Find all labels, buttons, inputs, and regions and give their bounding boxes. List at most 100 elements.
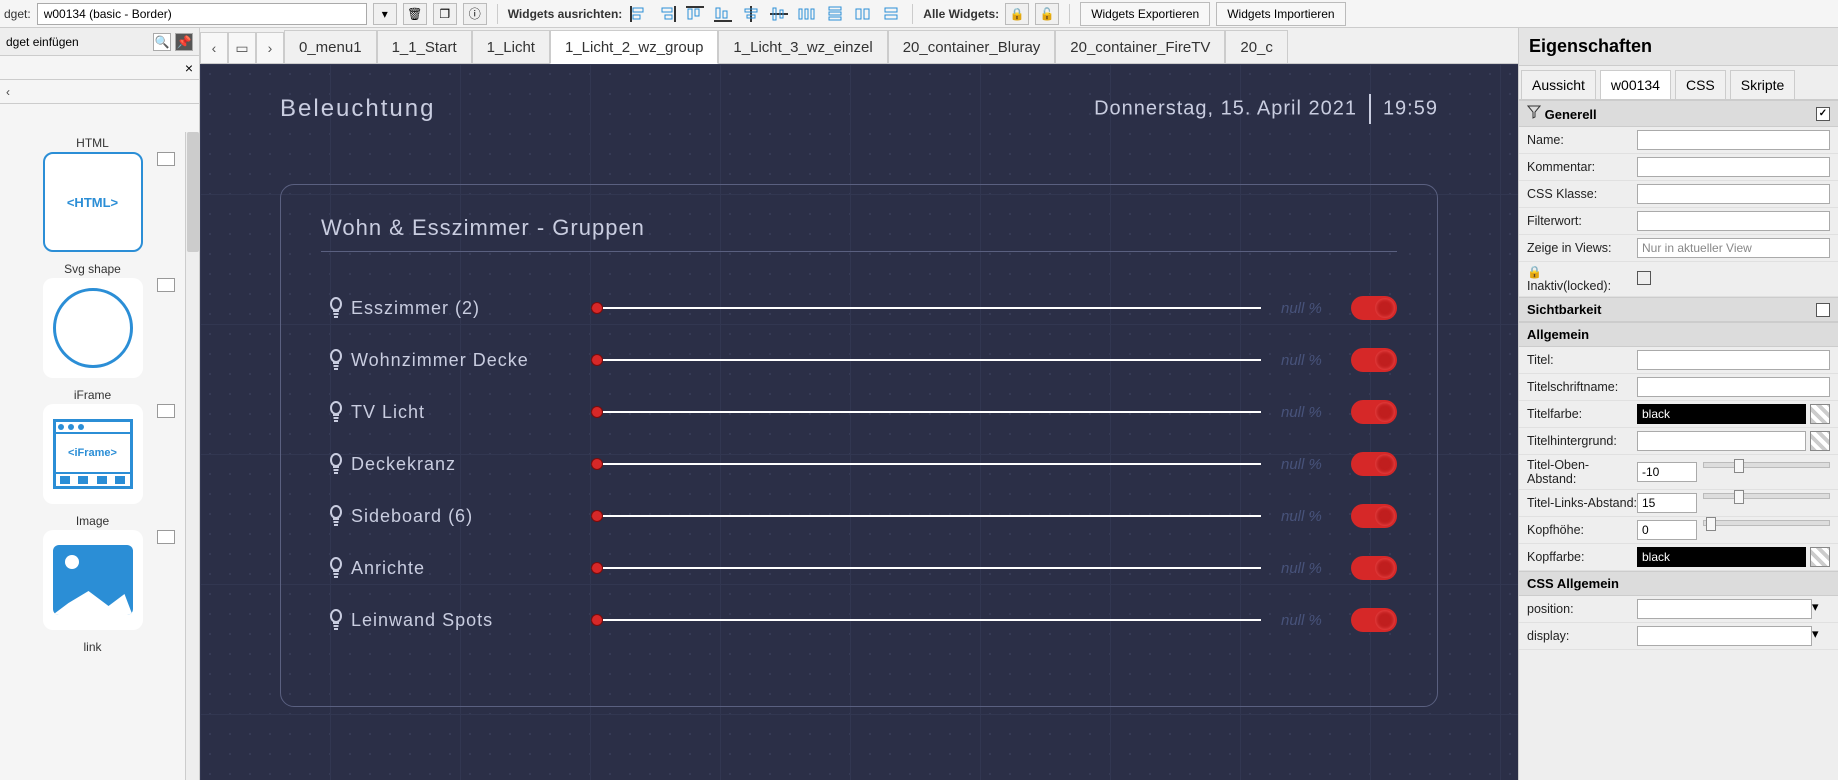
ptab-widget[interactable]: w00134 [1600, 70, 1671, 99]
bulb-icon [321, 609, 351, 631]
close-icon[interactable]: × [185, 60, 193, 76]
align-left-icon[interactable] [628, 4, 650, 24]
dist-h-icon[interactable] [796, 4, 818, 24]
page-header: Beleuchtung Donnerstag, 15. April 202119… [280, 94, 1438, 124]
bulb-icon [321, 401, 351, 423]
checkbox-icon[interactable] [1816, 303, 1830, 317]
titel-links-input[interactable] [1637, 493, 1697, 513]
light-row: Anrichtenull % [321, 542, 1397, 594]
slider[interactable] [1703, 462, 1830, 468]
dist-v-icon[interactable] [824, 4, 846, 24]
power-toggle[interactable] [1351, 608, 1397, 632]
brightness-slider[interactable] [591, 411, 1261, 413]
import-button[interactable]: Widgets Importieren [1216, 2, 1345, 26]
tab-prev-icon[interactable]: ‹ [200, 32, 228, 64]
titelhg-input[interactable] [1637, 431, 1806, 451]
tab-6[interactable]: 20_container_FireTV [1055, 30, 1225, 64]
tab-2[interactable]: 1_Licht [472, 30, 550, 64]
name-input[interactable] [1637, 130, 1830, 150]
tab-5[interactable]: 20_container_Bluray [888, 30, 1056, 64]
color-swatch-icon[interactable] [1810, 547, 1830, 567]
power-toggle[interactable] [1351, 296, 1397, 320]
tab-7[interactable]: 20_c [1225, 30, 1288, 64]
kommentar-input[interactable] [1637, 157, 1830, 177]
tab-4[interactable]: 1_Licht_3_wz_einzel [718, 30, 887, 64]
tab-list-icon[interactable]: ▭ [228, 32, 256, 64]
align-vcenter-icon[interactable] [768, 4, 790, 24]
checkbox-icon[interactable]: ✓ [1816, 107, 1830, 121]
unlock-icon[interactable]: 🔓 [1035, 3, 1059, 25]
filter-row[interactable]: ‹ [0, 80, 199, 104]
titel-input[interactable] [1637, 350, 1830, 370]
titelfarbe-input[interactable]: black [1637, 404, 1806, 424]
dropdown-icon[interactable]: ▾ [373, 3, 397, 25]
align-hcenter-icon[interactable] [740, 4, 762, 24]
tab-0[interactable]: 0_menu1 [284, 30, 377, 64]
section-allgemein[interactable]: Allgemein [1519, 322, 1838, 347]
brightness-slider[interactable] [591, 567, 1261, 569]
tab-1[interactable]: 1_1_Start [377, 30, 472, 64]
section-generell[interactable]: Generell ✓ [1519, 100, 1838, 127]
light-name: Anrichte [351, 558, 571, 579]
brightness-slider[interactable] [591, 619, 1261, 621]
slider-value: null % [1281, 612, 1351, 629]
power-toggle[interactable] [1351, 556, 1397, 580]
info-icon[interactable]: ⓘ [463, 3, 487, 25]
copy-icon[interactable]: ❐ [433, 3, 457, 25]
widget-card-html[interactable]: HTML <HTML> [4, 136, 181, 252]
inaktiv-checkbox[interactable] [1637, 271, 1651, 285]
lock-icon[interactable]: 🔒 [1005, 3, 1029, 25]
tab-next-icon[interactable]: › [256, 32, 284, 64]
ptab-skripte[interactable]: Skripte [1730, 70, 1796, 99]
filterwort-input[interactable] [1637, 211, 1830, 231]
ptab-aussicht[interactable]: Aussicht [1521, 70, 1596, 99]
widget-card-image[interactable]: Image [4, 514, 181, 630]
widget-card-iframe[interactable]: iFrame <iFrame> [4, 388, 181, 504]
position-input[interactable] [1637, 599, 1812, 619]
section-sichtbarkeit[interactable]: Sichtbarkeit [1519, 297, 1838, 322]
titelschrift-input[interactable] [1637, 377, 1830, 397]
brightness-slider[interactable] [591, 307, 1261, 309]
brightness-slider[interactable] [591, 359, 1261, 361]
brightness-slider[interactable] [591, 515, 1261, 517]
color-swatch-icon[interactable] [1810, 431, 1830, 451]
tab-3[interactable]: 1_Licht_2_wz_group [550, 30, 718, 64]
align-top-icon[interactable] [684, 4, 706, 24]
canvas[interactable]: Beleuchtung Donnerstag, 15. April 202119… [200, 64, 1518, 780]
export-button[interactable]: Widgets Exportieren [1080, 2, 1210, 26]
equal-height-icon[interactable] [880, 4, 902, 24]
views-input[interactable] [1637, 238, 1830, 258]
bulb-icon [321, 297, 351, 319]
power-toggle[interactable] [1351, 400, 1397, 424]
kopfhoehe-input[interactable] [1637, 520, 1697, 540]
section-css-allgemein[interactable]: CSS Allgemein [1519, 571, 1838, 596]
widget-card-svg[interactable]: Svg shape [4, 262, 181, 378]
power-toggle[interactable] [1351, 452, 1397, 476]
color-swatch-icon[interactable] [1810, 404, 1830, 424]
cssklasse-input[interactable] [1637, 184, 1830, 204]
display-input[interactable] [1637, 626, 1812, 646]
delete-icon[interactable]: 🗑 [403, 3, 427, 25]
search-icon[interactable]: 🔍 [153, 33, 171, 51]
titel-oben-input[interactable] [1637, 462, 1697, 482]
slider[interactable] [1703, 520, 1830, 526]
power-toggle[interactable] [1351, 348, 1397, 372]
ptab-css[interactable]: CSS [1675, 70, 1726, 99]
kopffarbe-input[interactable]: black [1637, 547, 1806, 567]
pin-icon[interactable]: 📌 [175, 33, 193, 51]
align-right-icon[interactable] [656, 4, 678, 24]
dropdown-icon[interactable]: ▾ [1812, 626, 1830, 646]
scrollbar[interactable] [185, 132, 199, 780]
bulb-icon [321, 453, 351, 475]
brightness-slider[interactable] [591, 463, 1261, 465]
widget-card-link[interactable]: link [4, 640, 181, 654]
dropdown-icon[interactable]: ▾ [1812, 599, 1830, 619]
widget-id-input[interactable] [37, 3, 367, 25]
group-title: Wohn & Esszimmer - Gruppen [321, 215, 1397, 241]
power-toggle[interactable] [1351, 504, 1397, 528]
bulb-icon [321, 349, 351, 371]
slider[interactable] [1703, 493, 1830, 499]
equal-width-icon[interactable] [852, 4, 874, 24]
align-bottom-icon[interactable] [712, 4, 734, 24]
image-icon [157, 278, 175, 292]
